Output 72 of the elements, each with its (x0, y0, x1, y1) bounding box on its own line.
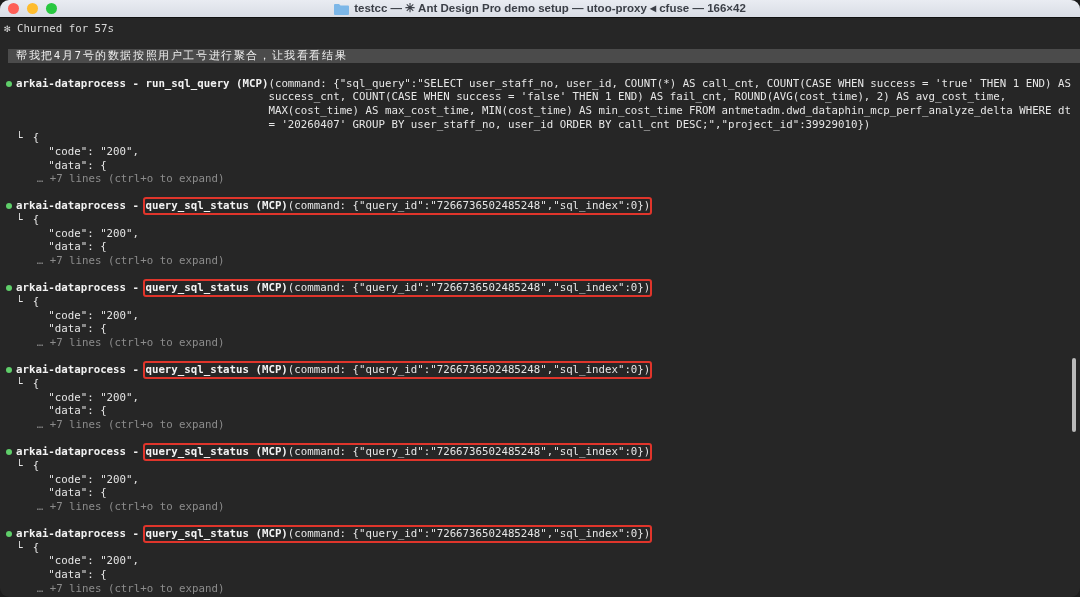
output-line: "data": { (48, 240, 107, 255)
user-prompt: 帮我把4月7号的数据按照用户工号进行聚合，让我看看结果 (8, 49, 1080, 63)
server-name: arkai-dataprocess (16, 363, 127, 377)
tool-name: query_sql_status (MCP) (145, 281, 288, 296)
zoom-button[interactable] (46, 3, 57, 14)
server-name: arkai-dataprocess (16, 445, 127, 459)
output-line: { (32, 295, 40, 309)
collapsed-lines-hint[interactable]: +7 lines (ctrl+o to expand) (49, 172, 225, 186)
output-line: "data": { (48, 568, 107, 582)
folder-icon (334, 2, 350, 15)
window-title: testcc — ✳ Ant Design Pro demo setup — utoo-proxy ◂ cfuse — 166×42 (354, 1, 746, 16)
command-text: (command: {"query_id":"7266736502485248","sql_index":0}) (287, 281, 651, 296)
server-name: arkai-dataprocess (16, 281, 127, 295)
branch-glyph: └ (16, 131, 23, 145)
branch-glyph: └ (16, 540, 23, 555)
minimize-button[interactable] (27, 3, 38, 14)
tool-name: query_sql_status (MCP) (145, 445, 288, 459)
output-line: "code": "200", (48, 226, 139, 241)
output-line: "data": { (48, 404, 107, 418)
output-line: "data": { (48, 486, 107, 500)
command-text: (command: {"query_id":"7266736502485248","sql_index":0}) (287, 363, 651, 377)
command-text: (command: {"query_id":"7266736502485248","sql_index":0}) (287, 527, 651, 541)
server-name: arkai-dataprocess (16, 76, 127, 91)
collapsed-lines-hint[interactable]: +7 lines (ctrl+o to expand) (49, 417, 225, 432)
output-line: "code": "200", (48, 144, 139, 159)
spinner-glyph: ✻ (4, 22, 11, 36)
tool-name: run_sql_query (MCP) (145, 76, 269, 91)
ellipsis: … (36, 499, 44, 514)
collapsed-lines-hint[interactable]: +7 lines (ctrl+o to expand) (49, 581, 225, 596)
output-line: { (32, 458, 40, 473)
command-text: MAX(cost_time) AS max_cost_time, MIN(cost_time) AS min_cost_time FROM antmetadm.dwd_dataphin_mcp_perf_analyze_delta WHERE dt (268, 103, 1071, 118)
ellipsis: … (36, 254, 44, 268)
server-name: arkai-dataprocess (16, 199, 127, 213)
command-text: success_cnt, COUNT(CASE WHEN success = 'false' THEN 1 END) AS fail_cnt, ROUND(AVG(cost_time), 2) AS avg_cost_time, (268, 90, 1008, 104)
separator: - (132, 76, 139, 91)
status-text: Churned for 57s (16, 22, 115, 36)
separator: - (132, 363, 139, 377)
output-line: "code": "200", (48, 390, 139, 405)
ellipsis: … (36, 581, 44, 596)
tool-name: query_sql_status (MCP) (145, 363, 288, 377)
output-line: "data": { (48, 322, 107, 337)
output-line: "data": { (48, 158, 107, 173)
separator: - (132, 527, 139, 541)
collapsed-lines-hint[interactable]: +7 lines (ctrl+o to expand) (49, 499, 225, 514)
command-text: (command: {"query_id":"7266736502485248","sql_index":0}) (287, 199, 651, 214)
collapsed-lines-hint[interactable]: +7 lines (ctrl+o to expand) (49, 254, 225, 268)
output-line: "code": "200", (48, 554, 139, 569)
close-button[interactable] (8, 3, 19, 14)
ellipsis: … (36, 172, 44, 186)
command-text: = '20260407' GROUP BY user_staff_no, user_id ORDER BY call_cnt DESC;","project_id":39929010}) (268, 117, 872, 132)
ellipsis: … (36, 336, 44, 350)
branch-glyph: └ (16, 377, 23, 391)
output-line: "code": "200", (48, 472, 139, 487)
separator: - (132, 281, 139, 296)
output-line: { (32, 540, 40, 555)
separator: - (132, 199, 139, 214)
branch-glyph: └ (16, 458, 23, 473)
server-name: arkai-dataprocess (16, 527, 127, 541)
branch-glyph: └ (16, 213, 23, 227)
branch-glyph: └ (16, 295, 23, 309)
output-line: { (32, 377, 40, 391)
command-text: (command: {"query_id":"7266736502485248","sql_index":0}) (287, 445, 651, 459)
command-text: (command: {"sql_query":"SELECT user_staff_no, user_id, COUNT(*) AS call_cnt, COUNT(CASE WHEN success = 'true' THEN 1 END) AS (268, 76, 1071, 91)
ellipsis: … (36, 417, 44, 432)
separator: - (132, 445, 139, 459)
tool-name: query_sql_status (MCP) (145, 199, 288, 214)
output-line: { (32, 131, 40, 145)
output-line: { (32, 213, 40, 227)
output-line: "code": "200", (48, 308, 139, 323)
tool-name: query_sql_status (MCP) (145, 527, 288, 541)
scrollbar[interactable] (1072, 358, 1076, 432)
collapsed-lines-hint[interactable]: +7 lines (ctrl+o to expand) (49, 336, 225, 350)
